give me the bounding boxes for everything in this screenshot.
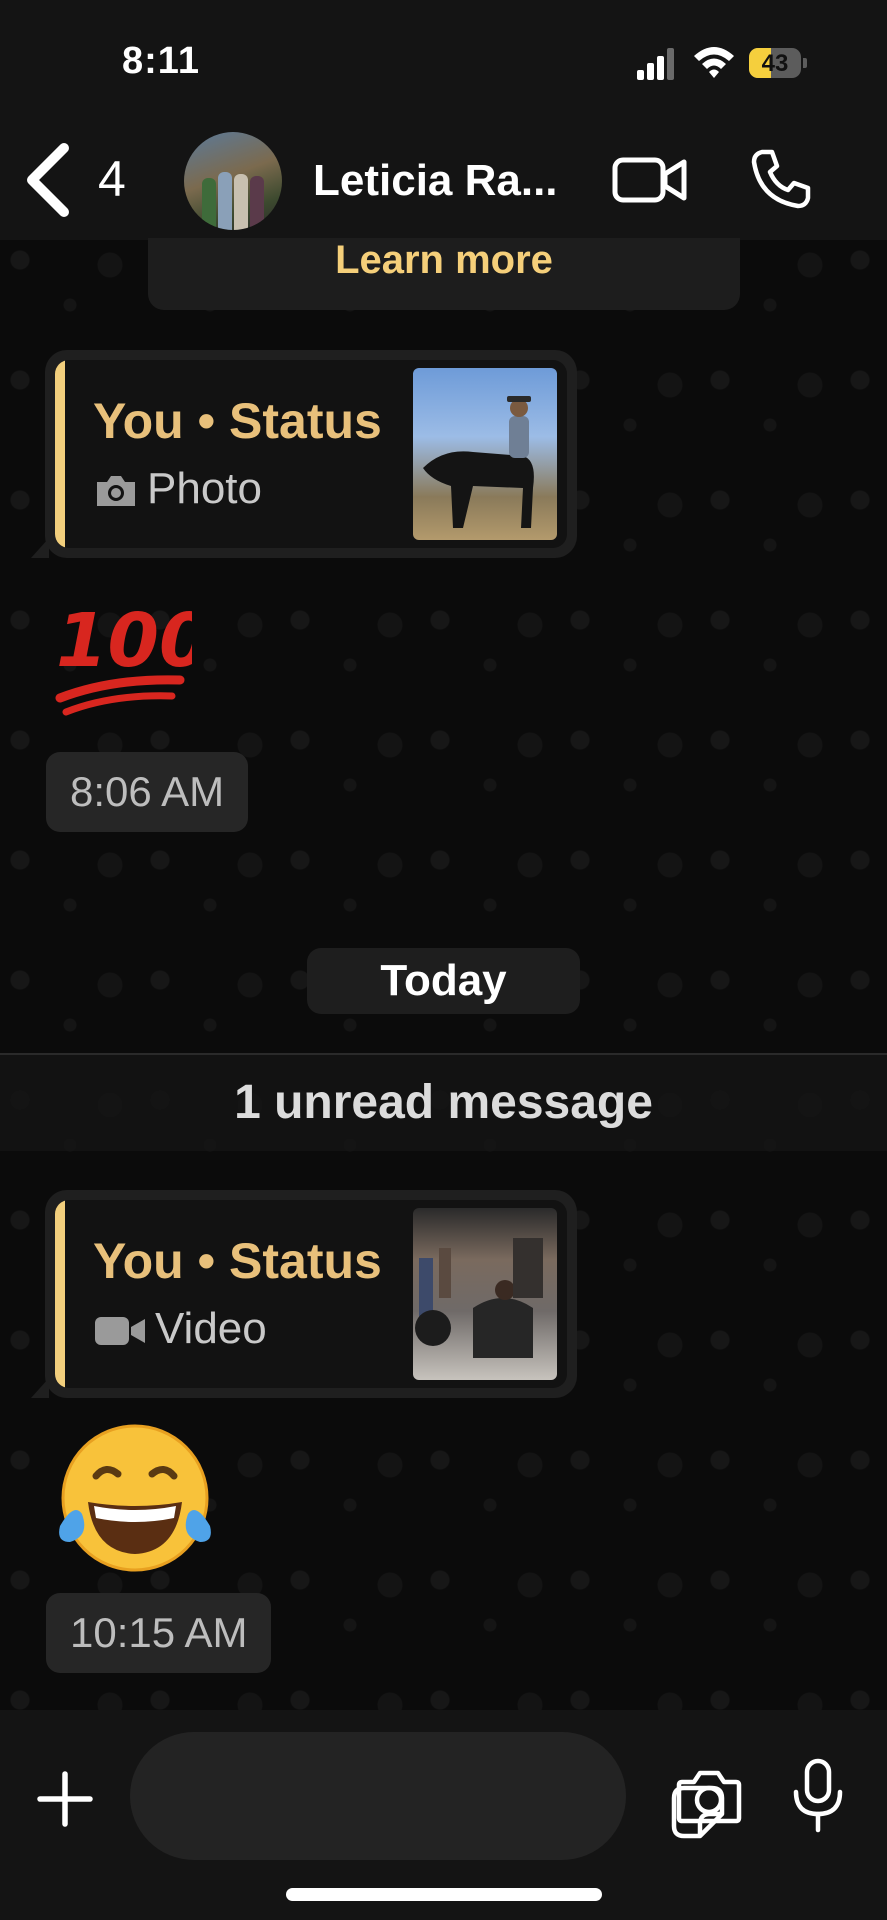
clock: 8:11 (122, 40, 200, 82)
microphone-icon[interactable] (790, 1758, 846, 1834)
date-separator: Today (307, 948, 580, 1014)
hundred-points-emoji: 100 (52, 580, 210, 725)
status-reply-bubble[interactable]: You • Status Video (31, 1190, 577, 1398)
avatar[interactable] (184, 132, 282, 230)
unread-messages-separator: 1 unread message (0, 1055, 887, 1151)
cell-signal-icon (637, 48, 674, 80)
voice-call-button[interactable] (750, 148, 812, 210)
quote-media-type: Video (93, 1304, 267, 1354)
face-with-tears-of-joy-emoji (52, 1418, 218, 1583)
svg-text:100: 100 (56, 598, 192, 684)
status-reply-bubble[interactable]: You • Status Photo (31, 350, 577, 558)
message-composer (0, 1710, 887, 1920)
quote-media-type: Photo (93, 464, 262, 514)
contact-name[interactable]: Leticia Ra... (313, 156, 583, 206)
status-video-thumbnail (413, 1208, 557, 1380)
learn-more-link[interactable]: Learn more (148, 238, 740, 283)
message-input[interactable] (130, 1732, 725, 1860)
camera-icon (97, 476, 135, 507)
wifi-icon (694, 47, 734, 78)
plus-icon[interactable] (36, 1770, 94, 1828)
status-quote[interactable]: You • Status Photo (55, 360, 567, 548)
unread-chats-count[interactable]: 4 (98, 150, 126, 208)
info-banner: Learn more (148, 238, 740, 310)
status-photo-thumbnail (413, 368, 557, 540)
message-timestamp: 10:15 AM (46, 1593, 272, 1673)
status-quote[interactable]: You • Status Video (55, 1200, 567, 1388)
home-indicator (286, 1888, 602, 1901)
status-bar: 8:11 43 (0, 0, 887, 120)
quote-title: You • Status (93, 393, 382, 449)
quote-title: You • Status (93, 1233, 382, 1289)
chevron-left-icon[interactable] (20, 142, 76, 218)
video-camera-icon (95, 1317, 145, 1346)
camera-icon[interactable] (676, 1768, 742, 1824)
battery-indicator: 43 (749, 48, 807, 78)
message-timestamp: 8:06 AM (46, 752, 249, 832)
chat-header: 4 Leticia Ra... (0, 120, 887, 242)
battery-level: 43 (761, 50, 789, 77)
video-call-button[interactable] (612, 154, 688, 206)
